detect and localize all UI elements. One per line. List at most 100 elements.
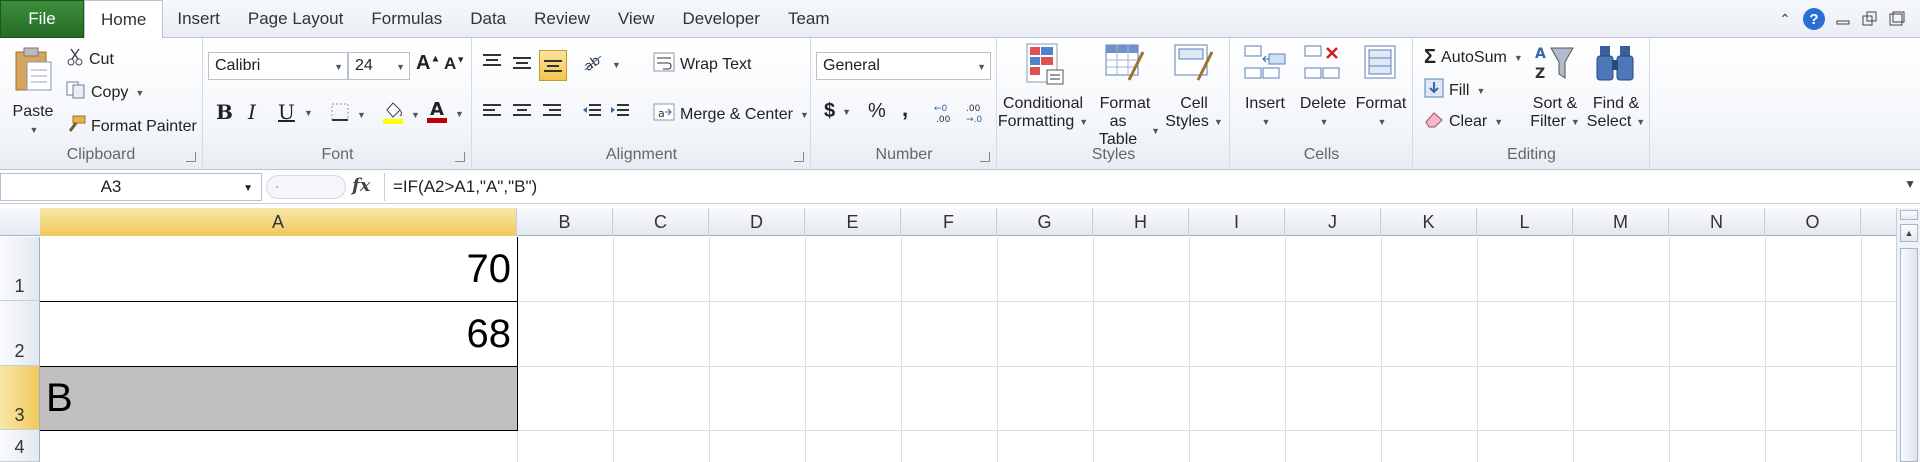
tab-formulas[interactable]: Formulas xyxy=(357,0,456,38)
column-header-m[interactable]: M xyxy=(1573,208,1669,236)
clipboard-group: Paste ▼ Cut Copy ▼ Format Painter Clipbo… xyxy=(0,38,203,168)
comma-style-button[interactable]: , xyxy=(902,96,908,122)
column-header-h[interactable]: H xyxy=(1093,208,1189,236)
svg-text:ab: ab xyxy=(582,53,604,72)
tab-home[interactable]: Home xyxy=(84,0,164,39)
insert-function-button[interactable]: fx xyxy=(352,175,370,196)
font-color-button[interactable]: A ▼ xyxy=(426,98,464,129)
find-select-button[interactable]: Find & Select ▼ xyxy=(1586,42,1646,131)
tab-insert[interactable]: Insert xyxy=(163,0,234,38)
column-header-a[interactable]: A xyxy=(40,208,517,236)
column-header-i[interactable]: I xyxy=(1189,208,1285,236)
font-size-select[interactable]: 24 ▼ xyxy=(348,52,410,80)
format-as-table-button[interactable]: Format as Table ▼ xyxy=(1090,42,1160,149)
cell-a2[interactable]: 68 xyxy=(40,302,517,366)
align-middle-button[interactable] xyxy=(511,52,533,77)
formula-input[interactable]: =IF(A2>A1,"A","B") xyxy=(384,173,1894,201)
align-center-button[interactable] xyxy=(511,102,533,125)
sort-filter-label-1: Sort & xyxy=(1532,95,1578,112)
row-header-4[interactable]: 4 xyxy=(0,430,40,462)
borders-button[interactable]: ▼ xyxy=(330,102,366,127)
scroll-up-icon[interactable]: ▲ xyxy=(1900,224,1918,242)
fill-color-button[interactable]: ▼ xyxy=(382,100,420,129)
decrease-decimal-button[interactable]: .00 →.0 xyxy=(964,102,988,129)
column-header-e[interactable]: E xyxy=(805,208,901,236)
cut-button[interactable]: Cut xyxy=(66,48,114,71)
cell-a1[interactable]: 70 xyxy=(40,237,517,301)
tab-team[interactable]: Team xyxy=(774,0,844,38)
font-name-select[interactable]: Calibri ▼ xyxy=(208,52,348,80)
row-header-2[interactable]: 2 xyxy=(0,301,40,366)
close-icon[interactable] xyxy=(1888,10,1906,28)
restore-icon[interactable] xyxy=(1861,10,1879,28)
copy-button[interactable]: Copy ▼ xyxy=(66,81,144,104)
column-header-l[interactable]: L xyxy=(1477,208,1573,236)
insert-cells-button[interactable]: Insert ▼ xyxy=(1237,42,1293,131)
merge-center-button[interactable]: a Merge & Center ▼ xyxy=(653,102,809,127)
number-format-select[interactable]: General ▼ xyxy=(816,52,991,80)
tab-view[interactable]: View xyxy=(604,0,669,38)
currency-button[interactable]: $ ▼ xyxy=(824,100,851,123)
row-header-3[interactable]: 3 xyxy=(0,366,40,430)
align-bottom-button[interactable] xyxy=(539,50,567,81)
column-header-d[interactable]: D xyxy=(709,208,805,236)
column-header-f[interactable]: F xyxy=(901,208,997,236)
orientation-button[interactable]: ab ▼ xyxy=(581,52,621,77)
grow-font-button[interactable]: A▲ xyxy=(416,52,440,75)
clear-button[interactable]: Clear ▼ xyxy=(1424,110,1503,133)
conditional-formatting-button[interactable]: Conditional Formatting ▼ xyxy=(998,42,1088,131)
increase-indent-button[interactable] xyxy=(609,102,631,125)
align-right-button[interactable] xyxy=(541,102,563,125)
paste-button[interactable]: Paste ▼ xyxy=(8,46,58,139)
name-box[interactable]: A3 ▼ xyxy=(0,173,262,201)
column-header-g[interactable]: G xyxy=(997,208,1093,236)
format-painter-button[interactable]: Format Painter xyxy=(66,115,197,138)
expand-formula-bar-icon[interactable]: ▼ xyxy=(1904,177,1916,191)
fill-button[interactable]: Fill ▼ xyxy=(1424,78,1485,103)
underline-button[interactable]: U xyxy=(278,100,295,124)
autosum-button[interactable]: Σ AutoSum ▼ xyxy=(1424,46,1523,69)
italic-button[interactable]: I xyxy=(248,100,256,124)
dialog-launcher-icon[interactable] xyxy=(186,152,196,162)
decrease-indent-button[interactable] xyxy=(581,102,603,125)
shrink-font-button[interactable]: A▼ xyxy=(444,54,465,74)
tab-developer[interactable]: Developer xyxy=(668,0,774,38)
tab-file[interactable]: File xyxy=(0,0,84,38)
scroll-thumb[interactable] xyxy=(1900,248,1918,462)
tab-review[interactable]: Review xyxy=(520,0,604,38)
column-header-o[interactable]: O xyxy=(1765,208,1861,236)
formula-bar-grip[interactable]: ‧ xyxy=(266,175,346,199)
help-icon[interactable]: ? xyxy=(1803,8,1825,30)
column-header-c[interactable]: C xyxy=(613,208,709,236)
wrap-text-button[interactable]: Wrap Text xyxy=(653,52,751,77)
cell-styles-button[interactable]: Cell Styles ▼ xyxy=(1164,42,1224,131)
dialog-launcher-icon[interactable] xyxy=(455,152,465,162)
increase-decimal-button[interactable]: ←0.00 xyxy=(934,102,958,129)
column-header-n[interactable]: N xyxy=(1669,208,1765,236)
minimize-ribbon-icon[interactable]: ⌃ xyxy=(1776,10,1794,28)
minimize-icon[interactable] xyxy=(1834,10,1852,28)
delete-cells-button[interactable]: Delete ▼ xyxy=(1295,42,1351,131)
column-header-b[interactable]: B xyxy=(517,208,613,236)
chevron-down-icon[interactable]: ▼ xyxy=(304,108,313,118)
svg-text:Z: Z xyxy=(1535,66,1545,82)
column-header-k[interactable]: K xyxy=(1381,208,1477,236)
format-cells-button[interactable]: Format ▼ xyxy=(1353,42,1409,131)
conditional-formatting-label-1: Conditional xyxy=(1002,95,1084,112)
bold-button[interactable]: B xyxy=(216,100,233,124)
tab-data[interactable]: Data xyxy=(456,0,520,38)
align-top-button[interactable] xyxy=(481,52,503,77)
split-handle-icon[interactable] xyxy=(1900,210,1918,220)
row-header-1[interactable]: 1 xyxy=(0,237,40,301)
vertical-scrollbar[interactable]: ▲ xyxy=(1896,208,1920,462)
dialog-launcher-icon[interactable] xyxy=(794,152,804,162)
cell-a3[interactable]: B xyxy=(40,367,517,430)
tab-page-layout[interactable]: Page Layout xyxy=(234,0,357,38)
sort-filter-button[interactable]: AZ Sort & Filter ▼ xyxy=(1526,42,1584,131)
percent-button[interactable]: % xyxy=(868,100,886,123)
column-header-j[interactable]: J xyxy=(1285,208,1381,236)
align-left-button[interactable] xyxy=(481,102,503,125)
tab-list: File Home Insert Page Layout Formulas Da… xyxy=(0,0,844,39)
chevron-down-icon[interactable]: ▼ xyxy=(243,183,253,194)
dialog-launcher-icon[interactable] xyxy=(980,152,990,162)
